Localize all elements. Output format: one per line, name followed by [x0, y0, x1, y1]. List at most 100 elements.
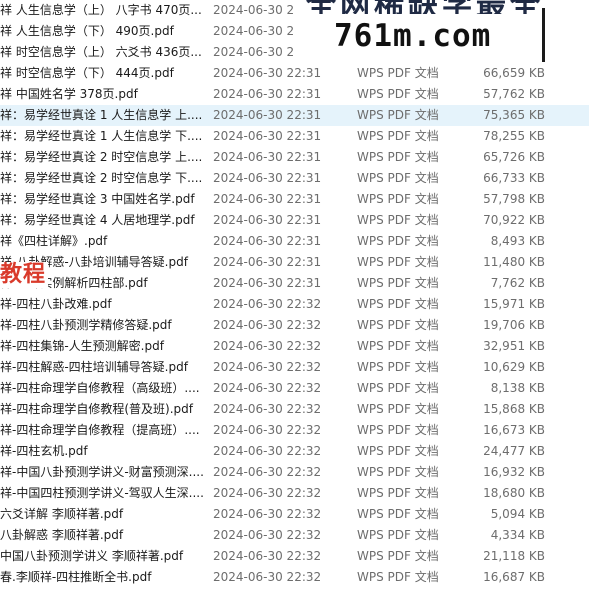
file-size: 15,868 KB [483, 402, 545, 416]
file-name: 祥：易学经世真诠 4 人居地理学.pdf [0, 213, 195, 227]
file-name: 祥：易学经世真诠 2 时空信息学 上.... [0, 150, 203, 164]
file-type: WPS PDF 文档 [357, 171, 439, 185]
file-row[interactable]: 六爻详解 李顺祥著.pdf 2024-06-30 22:32 WPS PDF 文档 5… [0, 504, 589, 525]
file-date-modified: 2024-06-30 22:32 [213, 381, 322, 395]
file-type: WPS PDF 文档 [357, 507, 439, 521]
file-name: 祥-四柱解惑-四柱培训辅导答疑.pdf [0, 360, 188, 374]
file-type: WPS PDF 文档 [357, 570, 439, 584]
watermark-tag: 教程 [0, 262, 49, 288]
file-row[interactable]: 祥-四柱命理学自修教程（高级班）.... 2024-06-30 22:32 WPS … [0, 378, 589, 399]
file-date-modified: 2024-06-30 22:31 [213, 150, 322, 164]
file-type: WPS PDF 文档 [357, 486, 439, 500]
file-list: 祥 人生信息学（上） 八字书 470页.... 2024-06-30 2祥 人生信… [0, 0, 589, 596]
watermark-domain: 761m.com [334, 18, 492, 54]
file-date-modified: 2024-06-30 22:31 [213, 108, 322, 122]
file-row[interactable]: 祥-中国八卦预测学讲义-财富预测深.... 2024-06-30 22:32 WPS… [0, 462, 589, 483]
file-date-modified: 2024-06-30 22:31 [213, 87, 322, 101]
file-row[interactable]: 祥-四柱命理学自修教程（提高班）.... 2024-06-30 22:32 WPS … [0, 420, 589, 441]
file-row[interactable]: 祥-中国四柱预测学讲义-驾驭人生深.... 2024-06-30 22:32 WPS… [0, 483, 589, 504]
file-size: 32,951 KB [483, 339, 545, 353]
file-row[interactable]: 祥：易学经世真诠 3 中国姓名学.pdf 2024-06-30 22:31 WPS … [0, 189, 589, 210]
file-type: WPS PDF 文档 [357, 213, 439, 227]
file-name: 祥 时空信息学（下） 444页.pdf [0, 66, 174, 80]
file-name: 祥-四柱玄机.pdf [0, 444, 88, 458]
file-name: 祥 时空信息学（上） 六爻书 436页.... [0, 45, 203, 59]
file-row[interactable]: 祥-四柱集锦-人生预测解密.pdf 2024-06-30 22:32 WPS PDF… [0, 336, 589, 357]
file-row[interactable]: 八卦解惑 李顺祥著.pdf 2024-06-30 22:32 WPS PDF 文档 4… [0, 525, 589, 546]
watermark-top-text: 全网稀缺学最全 [306, 0, 589, 14]
file-row[interactable]: 祥：易学经世真诠 2 时空信息学 上.... 2024-06-30 22:31 WP… [0, 147, 589, 168]
file-type: WPS PDF 文档 [357, 549, 439, 563]
file-row[interactable]: 祥 时空信息学（下） 444页.pdf 2024-06-30 22:31 WPS P… [0, 63, 589, 84]
file-date-modified: 2024-06-30 22:31 [213, 192, 322, 206]
file-date-modified: 2024-06-30 22:32 [213, 444, 322, 458]
file-size: 24,477 KB [483, 444, 545, 458]
file-name: 祥-四柱命理学自修教程（提高班）.... [0, 423, 200, 437]
file-date-modified: 2024-06-30 22:32 [213, 486, 322, 500]
file-row[interactable]: 祥-八卦解惑-八卦培训辅导答疑.pdf 2024-06-30 22:31 WPS P… [0, 252, 589, 273]
file-name: 祥-四柱八卦改难.pdf [0, 297, 112, 311]
file-size: 11,480 KB [483, 255, 545, 269]
file-date-modified: 2024-06-30 22:32 [213, 570, 322, 584]
file-row[interactable]: 祥《四柱详解》.pdf 2024-06-30 22:31 WPS PDF 文档 8,4… [0, 231, 589, 252]
file-size: 8,493 KB [490, 234, 545, 248]
file-size: 4,334 KB [490, 528, 545, 542]
file-row[interactable]: 祥-四柱八卦改难.pdf 2024-06-30 22:32 WPS PDF 文档 15… [0, 294, 589, 315]
file-size: 66,733 KB [483, 171, 545, 185]
file-date-modified: 2024-06-30 22:32 [213, 528, 322, 542]
file-size: 78,255 KB [483, 129, 545, 143]
file-row[interactable]: 春.李顺祥-四柱推断全书.pdf 2024-06-30 22:32 WPS PDF … [0, 567, 589, 588]
file-date-modified: 2024-06-30 22:31 [213, 213, 322, 227]
file-row[interactable]: 祥：易学经世真诠 1 人生信息学 上.... 2024-06-30 22:31 WP… [0, 105, 589, 126]
file-row[interactable]: 祥 中国姓名学 378页.pdf 2024-06-30 22:31 WPS PDF … [0, 84, 589, 105]
file-name: 祥 人生信息学（下） 490页.pdf [0, 24, 174, 38]
file-size: 10,629 KB [483, 360, 545, 374]
file-row[interactable]: 祥：易学经世真诠 4 人居地理学.pdf 2024-06-30 22:31 WPS … [0, 210, 589, 231]
file-size: 16,673 KB [483, 423, 545, 437]
file-size: 5,094 KB [490, 507, 545, 521]
file-type: WPS PDF 文档 [357, 129, 439, 143]
file-size: 8,138 KB [490, 381, 545, 395]
file-row[interactable]: 祥-四柱解惑-四柱培训辅导答疑.pdf 2024-06-30 22:32 WPS P… [0, 357, 589, 378]
file-size: 21,118 KB [483, 549, 545, 563]
file-name: 祥 人生信息学（上） 八字书 470页.... [0, 3, 203, 17]
file-size: 65,726 KB [483, 150, 545, 164]
file-size: 15,971 KB [483, 297, 545, 311]
file-size: 16,932 KB [483, 465, 545, 479]
file-name: 祥-四柱集锦-人生预测解密.pdf [0, 339, 164, 353]
file-date-modified: 2024-06-30 22:32 [213, 465, 322, 479]
file-name: 祥：易学经世真诠 1 人生信息学 上.... [0, 108, 203, 122]
file-type: WPS PDF 文档 [357, 234, 439, 248]
file-row[interactable]: 祥：易学经世真诠 2 时空信息学 下.... 2024-06-30 22:31 WP… [0, 168, 589, 189]
file-type: WPS PDF 文档 [357, 381, 439, 395]
file-date-modified: 2024-06-30 22:31 [213, 129, 322, 143]
file-row[interactable]: 祥-八卦实例解析四柱部.pdf 2024-06-30 22:31 WPS PDF 文… [0, 273, 589, 294]
file-type: WPS PDF 文档 [357, 339, 439, 353]
file-name: 祥：易学经世真诠 2 时空信息学 下.... [0, 171, 203, 185]
file-type: WPS PDF 文档 [357, 276, 439, 290]
file-type: WPS PDF 文档 [357, 360, 439, 374]
file-type: WPS PDF 文档 [357, 465, 439, 479]
file-size: 57,762 KB [483, 87, 545, 101]
file-name: 祥：易学经世真诠 3 中国姓名学.pdf [0, 192, 195, 206]
file-date-modified: 2024-06-30 22:32 [213, 402, 322, 416]
file-type: WPS PDF 文档 [357, 192, 439, 206]
file-type: WPS PDF 文档 [357, 528, 439, 542]
file-row[interactable]: 祥-四柱玄机.pdf 2024-06-30 22:32 WPS PDF 文档 24,4… [0, 441, 589, 462]
file-date-modified: 2024-06-30 22:31 [213, 66, 322, 80]
file-name: 祥-四柱八卦预测学精修答疑.pdf [0, 318, 172, 332]
file-date-modified: 2024-06-30 22:31 [213, 255, 322, 269]
file-date-modified: 2024-06-30 22:32 [213, 339, 322, 353]
file-type: WPS PDF 文档 [357, 87, 439, 101]
file-row[interactable]: 祥-四柱命理学自修教程(普及班).pdf 2024-06-30 22:32 WPS … [0, 399, 589, 420]
file-row[interactable]: 祥-四柱八卦预测学精修答疑.pdf 2024-06-30 22:32 WPS PDF… [0, 315, 589, 336]
file-type: WPS PDF 文档 [357, 255, 439, 269]
file-type: WPS PDF 文档 [357, 108, 439, 122]
file-date-modified: 2024-06-30 22:31 [213, 276, 322, 290]
file-type: WPS PDF 文档 [357, 402, 439, 416]
file-size: 19,706 KB [483, 318, 545, 332]
file-name: 中国八卦预测学讲义 李顺祥著.pdf [0, 549, 184, 563]
file-size: 18,680 KB [483, 486, 545, 500]
file-row[interactable]: 祥：易学经世真诠 1 人生信息学 下.... 2024-06-30 22:31 WP… [0, 126, 589, 147]
file-row[interactable]: 中国八卦预测学讲义 李顺祥著.pdf 2024-06-30 22:32 WPS PD… [0, 546, 589, 567]
